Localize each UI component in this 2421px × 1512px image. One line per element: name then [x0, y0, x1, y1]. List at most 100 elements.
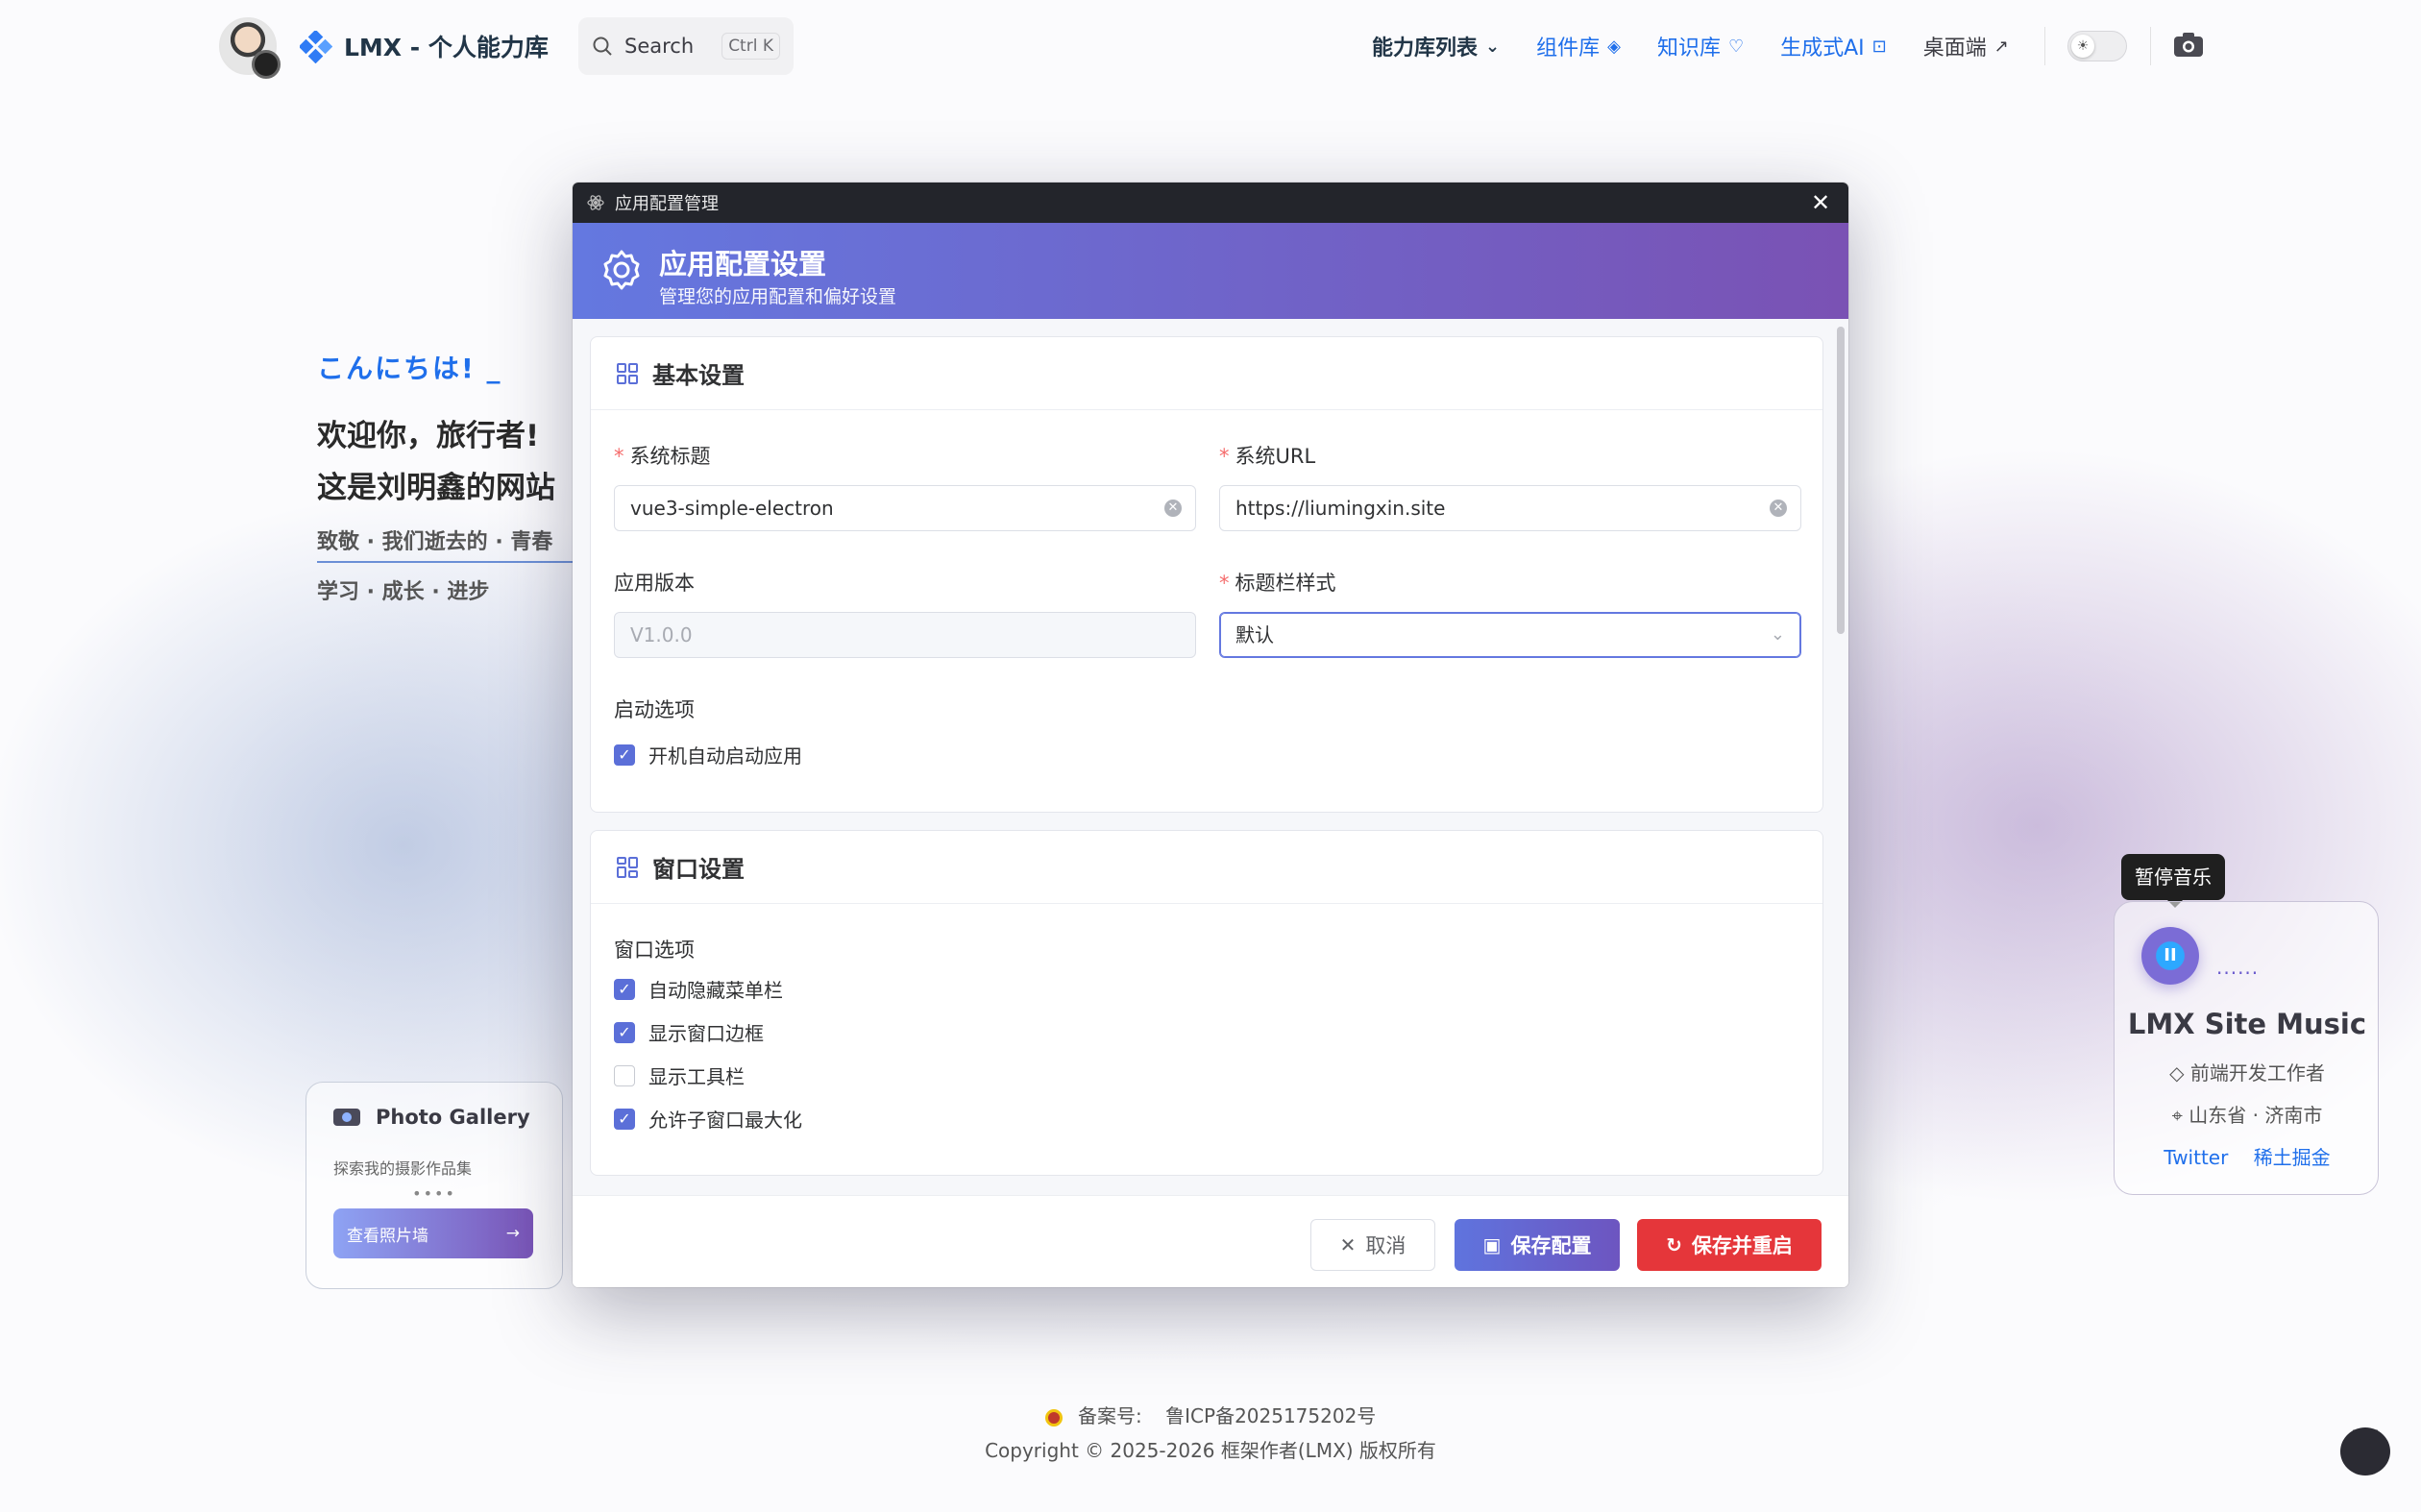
- nav-item-knowledge[interactable]: 知识库 ♡: [1657, 31, 1744, 61]
- input-value: vue3-simple-electron: [630, 497, 834, 520]
- input-value: https://liumingxin.site: [1235, 497, 1446, 520]
- copyright: Copyright © 2025-2026 框架作者(LMX) 版权所有: [985, 1439, 1436, 1462]
- close-icon[interactable]: ✕: [1808, 190, 1833, 215]
- dialog-title: 应用配置设置: [659, 248, 827, 280]
- grid-icon: [617, 362, 638, 384]
- theme-toggle[interactable]: ☀: [2067, 31, 2127, 61]
- allow-child-maximize-checkbox[interactable]: ✓ 允许子窗口最大化: [614, 1105, 802, 1133]
- music-location: ⌖ 山东省 · 济南市: [2115, 1100, 2380, 1128]
- chevron-down-icon: ⌄: [1770, 624, 1785, 645]
- music-card: II ...... LMX Site Music ◇ 前端开发工作者 ⌖ 山东省…: [2114, 901, 2379, 1195]
- required-mark: *: [1219, 445, 1230, 468]
- checkbox-label: 开机自动启动应用: [648, 744, 802, 768]
- view-photo-wall-button[interactable]: 查看照片墙 →: [333, 1208, 533, 1258]
- avatar[interactable]: [219, 17, 281, 79]
- search-shortcut: Ctrl K: [721, 33, 780, 60]
- nav-item-ability-list[interactable]: 能力库列表 ⌄: [1372, 31, 1500, 61]
- dialog-subtitle: 管理您的应用配置和偏好设置: [659, 286, 897, 307]
- search-label: Search: [624, 35, 695, 58]
- external-link-icon: ↗: [1993, 36, 2009, 57]
- nav-item-desktop[interactable]: 桌面端 ↗: [1923, 31, 2009, 61]
- dialog-body[interactable]: 基本设置 * 系统标题 vue3-simple-electron ✕ * 系统URL…: [573, 319, 1848, 1195]
- gallery-dots: ••••: [412, 1184, 456, 1203]
- music-title: LMX Site Music: [2127, 1008, 2367, 1040]
- pause-button[interactable]: II: [2141, 927, 2199, 985]
- juejin-link[interactable]: 稀土掘金: [2254, 1146, 2331, 1169]
- titlebar-style-select[interactable]: 默认 ⌄: [1219, 612, 1801, 658]
- dialog-header: 应用配置设置 管理您的应用配置和偏好设置: [573, 223, 1848, 319]
- search-button[interactable]: Search Ctrl K: [578, 17, 794, 75]
- camera-icon: [333, 1109, 360, 1126]
- system-url-input[interactable]: https://liumingxin.site ✕: [1219, 485, 1801, 531]
- camera-icon[interactable]: [2173, 31, 2204, 58]
- site-title[interactable]: LMX - 个人能力库: [344, 29, 549, 63]
- app-version-label: 应用版本: [614, 572, 695, 595]
- checkbox-checked[interactable]: ✓: [614, 978, 635, 1000]
- basic-settings-card: 基本设置 * 系统标题 vue3-simple-electron ✕ * 系统URL…: [590, 336, 1823, 813]
- clear-icon[interactable]: ✕: [1164, 500, 1182, 517]
- app-config-dialog: 应用配置管理 ✕ 应用配置设置 管理您的应用配置和偏好设置 基本设置 * 系统标…: [573, 183, 1848, 1287]
- window-layout-icon: [617, 856, 638, 878]
- window-settings-card: 窗口设置 窗口选项 ✓ 自动隐藏菜单栏 ✓ 显示窗口边框 显示工具栏 ✓ 允许子…: [590, 830, 1823, 1176]
- nav-item-generative-ai[interactable]: 生成式AI ⊡: [1780, 31, 1887, 61]
- save-and-restart-button[interactable]: ↻ 保存并重启: [1637, 1219, 1822, 1271]
- select-value: 默认: [1235, 623, 1274, 646]
- input-placeholder: V1.0.0: [630, 623, 693, 646]
- nav-divider: [2044, 27, 2045, 65]
- icp-link[interactable]: 鲁ICP备2025175202号: [1165, 1404, 1376, 1427]
- required-mark: *: [1219, 572, 1230, 595]
- atom-icon: [587, 195, 604, 210]
- show-window-frame-checkbox[interactable]: ✓ 显示窗口边框: [614, 1018, 764, 1046]
- sun-icon: ☀: [2071, 35, 2094, 58]
- scrollbar[interactable]: [1837, 327, 1845, 634]
- label-text: 系统URL: [1235, 445, 1316, 468]
- hero-tagline: 致敬 · 我们逝去的 · 青春: [317, 524, 576, 563]
- hero-welcome-line1: 欢迎你，旅行者!: [317, 419, 540, 453]
- nav-item-label: 桌面端: [1922, 37, 1987, 61]
- lightbulb-icon: ♡: [1727, 36, 1745, 57]
- window-titlebar[interactable]: 应用配置管理 ✕: [573, 183, 1848, 223]
- cat-mascot-icon[interactable]: [2340, 1427, 2390, 1475]
- window-title: 应用配置管理: [615, 194, 719, 214]
- clear-icon[interactable]: ✕: [1770, 500, 1787, 517]
- police-badge-icon: [1044, 1408, 1063, 1427]
- window-settings-header: 窗口设置: [591, 831, 1822, 904]
- role-text: 前端开发工作者: [2189, 1061, 2325, 1085]
- window-options-label: 窗口选项: [614, 939, 695, 962]
- diamond-icon: ◇: [2169, 1061, 2190, 1085]
- hero-greeting: こんにちは! _: [317, 353, 502, 384]
- system-title-input[interactable]: vue3-simple-electron ✕: [614, 485, 1196, 531]
- save-config-button[interactable]: ▣ 保存配置: [1455, 1219, 1620, 1271]
- checkbox-label: 自动隐藏菜单栏: [648, 979, 783, 1002]
- twitter-link[interactable]: Twitter: [2164, 1146, 2228, 1169]
- gallery-subtitle: 探索我的摄影作品集: [333, 1159, 473, 1178]
- checkbox-label: 显示窗口边框: [648, 1022, 764, 1045]
- location-pin-icon: ⌖: [2171, 1104, 2189, 1127]
- checkbox-checked[interactable]: ✓: [614, 1108, 635, 1130]
- auto-start-checkbox[interactable]: ✓ 开机自动启动应用: [614, 741, 802, 768]
- checkbox-unchecked[interactable]: [614, 1064, 635, 1086]
- icp-label: 备案号:: [1078, 1404, 1142, 1427]
- save-icon: ▣: [1482, 1233, 1502, 1256]
- dialog-footer: ✕ 取消 ▣ 保存配置 ↻ 保存并重启: [573, 1195, 1848, 1287]
- system-title-label: * 系统标题: [614, 441, 711, 470]
- system-url-label: * 系统URL: [1219, 441, 1315, 470]
- cancel-button[interactable]: ✕ 取消: [1310, 1219, 1435, 1271]
- gear-icon: [603, 250, 640, 290]
- nav-links: 能力库列表 ⌄ 组件库 ◈ 知识库 ♡ 生成式AI ⊡ 桌面端 ↗: [1372, 29, 2045, 63]
- nav-item-label: 组件库: [1536, 37, 1601, 61]
- button-label: 保存配置: [1510, 1234, 1592, 1257]
- show-toolbar-checkbox[interactable]: 显示工具栏: [614, 1061, 745, 1089]
- close-icon: ✕: [1339, 1233, 1357, 1256]
- checkbox-checked[interactable]: ✓: [614, 1021, 635, 1043]
- auto-hide-menubar-checkbox[interactable]: ✓ 自动隐藏菜单栏: [614, 975, 783, 1003]
- label-text: 系统标题: [629, 445, 711, 468]
- location-text: 山东省 · 济南市: [2189, 1104, 2323, 1127]
- nav-item-label: 知识库: [1656, 37, 1721, 61]
- checkbox-label: 允许子窗口最大化: [648, 1109, 802, 1132]
- checkbox-checked[interactable]: ✓: [614, 744, 635, 766]
- refresh-icon: ↻: [1666, 1233, 1682, 1256]
- component-icon: ◈: [1607, 36, 1621, 57]
- hero-welcome-line2: 这是刘明鑫的网站: [317, 471, 555, 505]
- nav-item-components[interactable]: 组件库 ◈: [1536, 31, 1621, 61]
